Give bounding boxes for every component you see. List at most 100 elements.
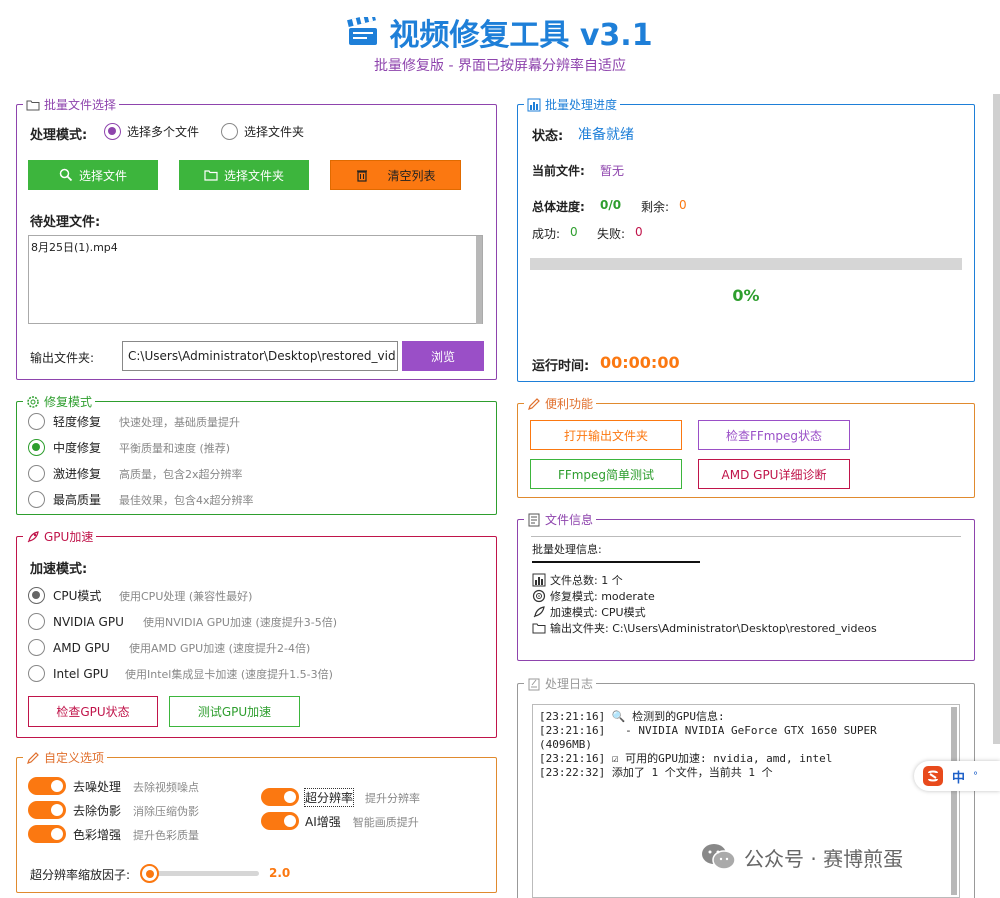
progress-percent: 0%: [732, 286, 760, 305]
gpu-option-amd[interactable]: AMD GPU 使用AMD GPU加速 (速度提升2-4倍): [28, 639, 310, 656]
ai-enhance-toggle[interactable]: [261, 812, 299, 830]
slider-thumb-dot: [145, 869, 154, 878]
gpu-option-nvidia[interactable]: NVIDIA GPU 使用NVIDIA GPU加速 (速度提升3-5倍): [28, 613, 337, 630]
amd-gpu-diag-button[interactable]: AMD GPU详细诊断: [698, 459, 850, 489]
radio-indicator: [28, 413, 45, 430]
fail-label: 失败:: [597, 227, 626, 241]
remaining-label: 剩余:: [641, 200, 670, 214]
bar-chart-icon: [527, 98, 541, 111]
window-scrollbar[interactable]: [993, 94, 1000, 744]
deartifact-option: 去除伪影 消除压缩伪影: [73, 804, 200, 818]
color-enhance-toggle[interactable]: [28, 825, 66, 843]
ime-mode-label: 中: [952, 770, 966, 786]
radio-indicator: [104, 123, 121, 140]
pending-files-label: 待处理文件:: [30, 215, 101, 230]
document-icon: [528, 513, 540, 526]
ime-toolbar[interactable]: 中 °: [914, 761, 1000, 791]
remaining-value: 0: [679, 198, 687, 212]
super-resolution-option: 超分辨率 提升分辨率: [303, 788, 421, 807]
repair-option-light[interactable]: 轻度修复 快速处理，基础质量提升: [28, 413, 240, 430]
log-scrollbar[interactable]: [951, 707, 957, 895]
output-folder-label: 输出文件夹:: [30, 351, 95, 365]
rocket-icon: [533, 606, 545, 618]
pencil-icon: [528, 397, 540, 410]
denoise-toggle[interactable]: [28, 777, 66, 795]
gpu-mode-label: 加速模式:: [30, 562, 88, 577]
file-info-divider: [532, 561, 700, 563]
color-enhance-option: 色彩增强 提升色彩质量: [73, 828, 200, 842]
repair-option-max[interactable]: 最高质量 最佳效果，包含4x超分辨率: [28, 491, 254, 508]
output-folder-input[interactable]: C:\Users\Administrator\Desktop\restored_…: [122, 341, 398, 371]
radio-indicator: [28, 491, 45, 508]
check-ffmpeg-button[interactable]: 检查FFmpeg状态: [698, 420, 850, 450]
gpu-option-cpu[interactable]: CPU模式 使用CPU处理 (兼容性最好): [28, 587, 252, 604]
browse-button[interactable]: 浏览: [402, 341, 484, 371]
runtime-value: 00:00:00: [600, 353, 680, 372]
log-line: [23:21:16] - NVIDIA NVIDIA GeForce GTX 1…: [539, 724, 877, 737]
log-line: (4096MB): [539, 738, 592, 751]
ime-dot-icon: °: [973, 770, 979, 782]
gpu-option-intel[interactable]: Intel GPU 使用Intel集成显卡加速 (速度提升1.5-3倍): [28, 665, 333, 682]
super-resolution-toggle[interactable]: [261, 788, 299, 806]
app-title: 视频修复工具 v3.1: [347, 10, 653, 54]
ai-enhance-option: AI增强 智能画质提升: [305, 815, 419, 829]
file-info-legend: 文件信息: [524, 511, 596, 528]
custom-options-legend: 自定义选项: [23, 749, 107, 766]
gear-icon: [27, 395, 39, 408]
check-gpu-button[interactable]: 检查GPU状态: [28, 696, 158, 727]
log-line: [23:21:16] ☑ 可用的GPU加速: nvidia, amd, inte…: [539, 752, 833, 765]
open-output-folder-button[interactable]: 打开输出文件夹: [530, 420, 682, 450]
pencil-icon: [27, 751, 39, 764]
log-legend: 处理日志: [524, 675, 596, 692]
total-progress-value: 0/0: [600, 198, 622, 212]
test-gpu-button[interactable]: 测试GPU加速: [169, 696, 300, 727]
file-info-top-rule: [531, 536, 961, 537]
radio-indicator: [28, 665, 45, 682]
gpu-legend: GPU加速: [23, 528, 96, 545]
folder-icon: [204, 170, 218, 181]
fail-value: 0: [635, 225, 643, 239]
status-value: 准备就绪: [578, 127, 634, 143]
pending-files-list[interactable]: 8月25日(1).mp4: [28, 235, 483, 324]
list-scrollbar[interactable]: [476, 236, 482, 324]
wechat-icon: [702, 844, 736, 870]
list-item[interactable]: 8月25日(1).mp4: [29, 236, 482, 258]
repair-option-aggressive[interactable]: 激进修复 高质量，包含2x超分辨率: [28, 465, 243, 482]
clear-list-button[interactable]: 清空列表: [330, 160, 461, 190]
ffmpeg-test-button[interactable]: FFmpeg简单测试: [530, 459, 682, 489]
radio-indicator: [28, 613, 45, 630]
select-folder-button[interactable]: 选择文件夹: [179, 160, 309, 190]
radio-indicator: [28, 587, 45, 604]
select-files-button[interactable]: 选择文件: [28, 160, 158, 190]
progress-legend: 批量处理进度: [524, 96, 620, 113]
success-value: 0: [570, 225, 578, 239]
scale-factor-track[interactable]: [145, 871, 259, 876]
clapperboard-icon: [347, 17, 378, 45]
file-info-line: 文件总数: 1 个: [532, 572, 623, 588]
denoise-option: 去噪处理 去除视频噪点: [73, 780, 200, 794]
file-info-heading: 批量处理信息:: [532, 543, 602, 556]
repair-option-moderate[interactable]: 中度修复 平衡质量和速度 (推荐): [28, 439, 230, 456]
repair-mode-legend: 修复模式: [23, 393, 95, 410]
file-info-line: 加速模式: CPU模式: [532, 604, 646, 620]
radio-indicator: [221, 123, 238, 140]
convenience-legend: 便利功能: [524, 395, 596, 412]
target-icon: [532, 589, 546, 603]
radio-folder[interactable]: 选择文件夹: [221, 123, 304, 140]
scale-factor-thumb[interactable]: [140, 864, 159, 883]
radio-indicator: [28, 439, 45, 456]
app-title-text: 视频修复工具 v3.1: [389, 18, 653, 53]
scale-factor-value: 2.0: [269, 866, 291, 880]
mode-label: 处理模式:: [30, 128, 88, 143]
sogou-logo-icon: [923, 766, 943, 786]
trash-icon: [357, 170, 368, 182]
watermark: 公众号 · 赛博煎蛋: [700, 842, 903, 872]
radio-multi-files[interactable]: 选择多个文件: [104, 123, 199, 140]
file-select-legend: 批量文件选择: [23, 96, 119, 113]
progress-bar: [530, 258, 962, 270]
radio-indicator: [28, 639, 45, 656]
log-line: [23:22:32] 添加了 1 个文件，当前共 1 个: [539, 766, 773, 779]
current-file-label: 当前文件:: [532, 164, 585, 178]
folder-icon: [532, 623, 546, 634]
deartifact-toggle[interactable]: [28, 801, 66, 819]
